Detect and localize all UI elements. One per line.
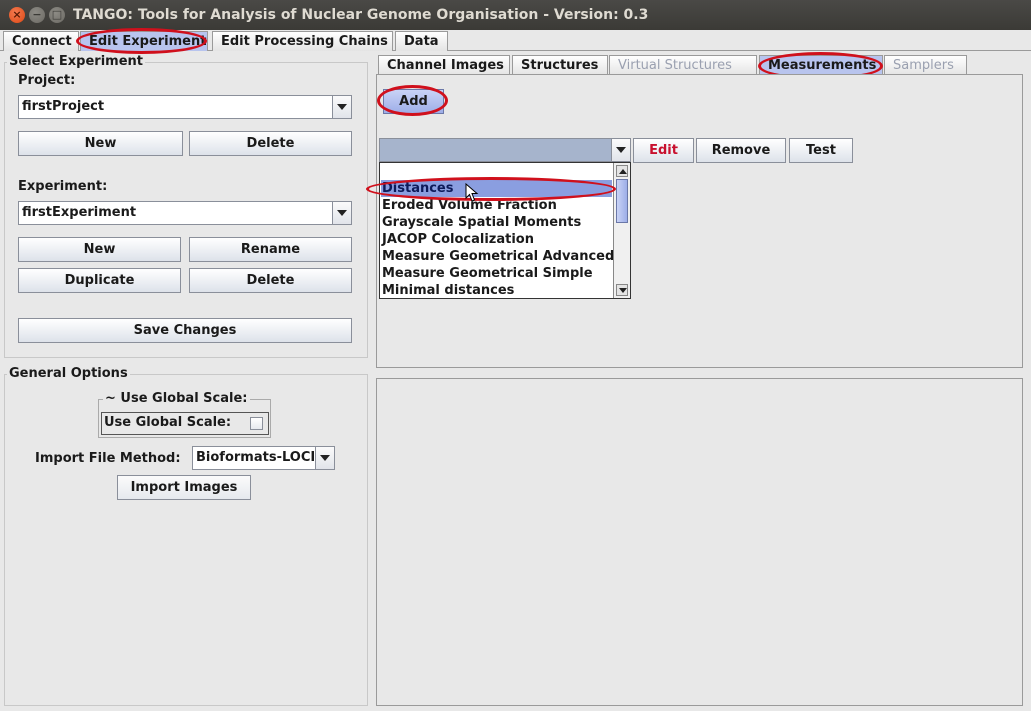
tab-connect[interactable]: Connect xyxy=(3,31,79,51)
chevron-down-icon xyxy=(611,139,630,161)
tab-measurements[interactable]: Measurements xyxy=(759,55,883,75)
tab-channel-images[interactable]: Channel Images xyxy=(378,55,510,75)
maximize-window-icon[interactable]: □ xyxy=(49,7,65,23)
chevron-down-icon xyxy=(332,202,351,224)
project-new-button[interactable]: New xyxy=(18,131,183,156)
project-label: Project: xyxy=(18,73,76,88)
experiment-delete-button[interactable]: Delete xyxy=(189,268,352,293)
scroll-thumb[interactable] xyxy=(616,179,628,223)
remove-measurement-button[interactable]: Remove xyxy=(696,138,786,163)
experiment-rename-button[interactable]: Rename xyxy=(189,237,352,262)
tab-structures[interactable]: Structures xyxy=(512,55,608,75)
project-value: firstProject xyxy=(22,99,105,114)
tab-edit-processing-chains[interactable]: Edit Processing Chains xyxy=(212,31,393,51)
import-method-label: Import File Method: xyxy=(35,451,181,466)
edit-measurement-button[interactable]: Edit xyxy=(633,138,694,163)
list-item[interactable]: Eroded Volume Fraction xyxy=(381,197,612,214)
details-panel xyxy=(376,378,1023,706)
tab-edit-experiment[interactable]: Edit Experiment xyxy=(80,31,208,51)
global-scale-checkbox[interactable] xyxy=(250,417,263,430)
measurement-dropdown-list: Distances Eroded Volume Fraction Graysca… xyxy=(379,162,631,299)
experiment-duplicate-button[interactable]: Duplicate xyxy=(18,268,181,293)
general-options-title: General Options xyxy=(7,366,130,381)
import-images-button[interactable]: Import Images xyxy=(117,475,251,500)
list-item[interactable]: JACOP Colocalization xyxy=(381,231,612,248)
experiment-value: firstExperiment xyxy=(22,205,137,220)
project-select[interactable]: firstProject xyxy=(18,95,352,119)
select-experiment-title: Select Experiment xyxy=(7,54,145,69)
measurement-type-select[interactable] xyxy=(379,138,631,162)
list-item[interactable]: Minimal distances xyxy=(381,282,612,298)
title-bar: × − □ TANGO: Tools for Analysis of Nucle… xyxy=(0,0,1031,30)
list-item[interactable]: Measure Geometrical Simple xyxy=(381,265,612,282)
import-method-select[interactable]: Bioformats-LOCI xyxy=(192,446,335,470)
project-delete-button[interactable]: Delete xyxy=(189,131,352,156)
import-method-value: Bioformats-LOCI xyxy=(196,450,316,465)
global-scale-label: Use Global Scale: xyxy=(104,415,232,430)
chevron-down-icon xyxy=(315,447,334,469)
global-scale-row: Use Global Scale: xyxy=(101,412,269,435)
list-scrollbar[interactable] xyxy=(613,163,630,298)
tab-virtual-structures: Virtual Structures xyxy=(609,55,757,75)
experiment-new-button[interactable]: New xyxy=(18,237,181,262)
global-scale-group-title: ~ Use Global Scale: xyxy=(103,391,250,406)
experiment-label: Experiment: xyxy=(18,179,108,194)
experiment-select[interactable]: firstExperiment xyxy=(18,201,352,225)
window-title: TANGO: Tools for Analysis of Nuclear Gen… xyxy=(73,7,649,23)
list-item[interactable]: Measure Geometrical Advanced xyxy=(381,248,614,265)
scroll-up-icon[interactable] xyxy=(616,165,628,177)
list-item[interactable]: Distances xyxy=(381,180,612,197)
scroll-down-icon[interactable] xyxy=(616,284,628,296)
list-item[interactable]: Grayscale Spatial Moments xyxy=(381,214,612,231)
test-measurement-button[interactable]: Test xyxy=(789,138,853,163)
chevron-down-icon xyxy=(332,96,351,118)
minimize-window-icon[interactable]: − xyxy=(29,7,45,23)
add-measurement-button[interactable]: Add xyxy=(383,89,444,114)
close-window-icon[interactable]: × xyxy=(9,7,25,23)
tab-samplers: Samplers xyxy=(884,55,967,75)
save-changes-button[interactable]: Save Changes xyxy=(18,318,352,343)
tab-data[interactable]: Data xyxy=(395,31,448,51)
